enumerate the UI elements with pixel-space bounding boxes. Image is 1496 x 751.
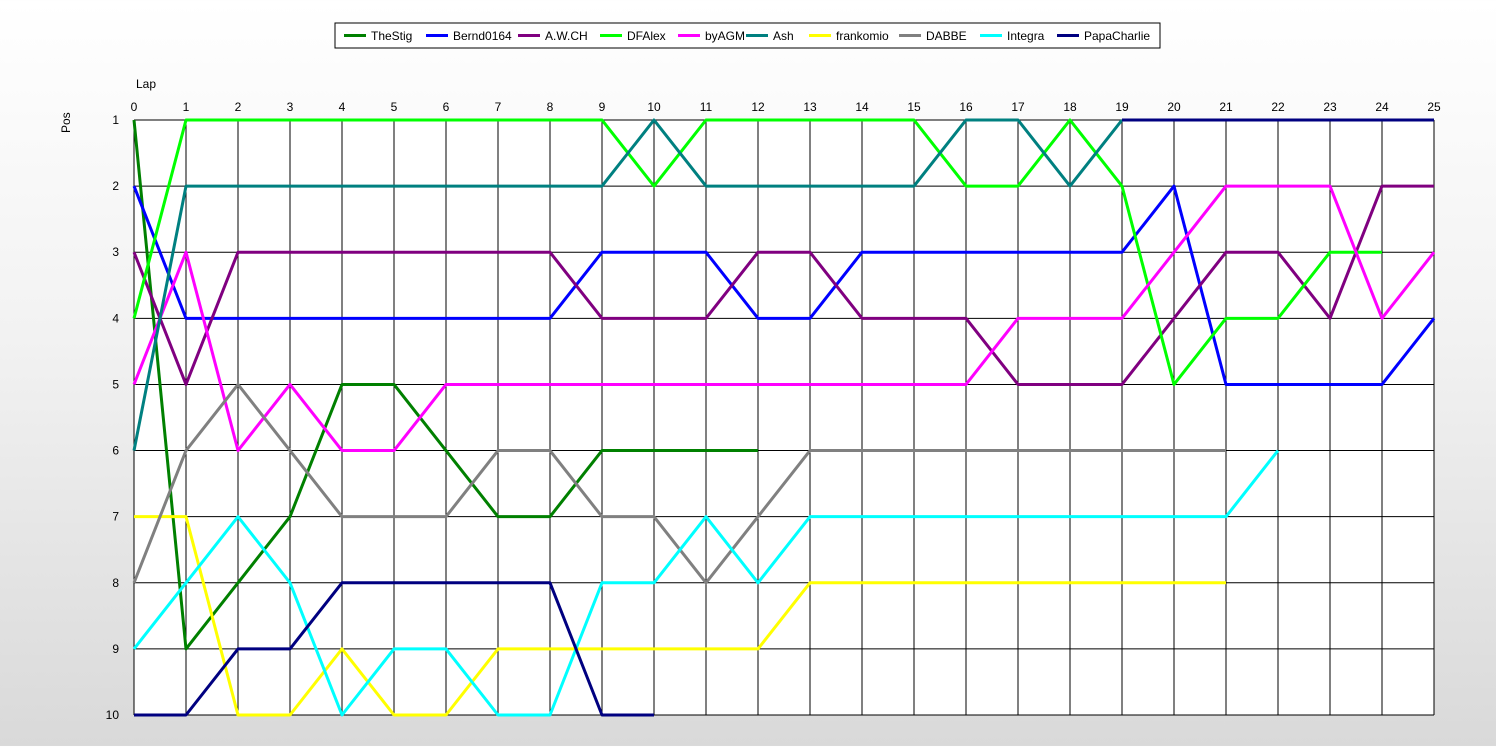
legend-label: TheStig: [371, 29, 412, 43]
y-tick-label: 4: [112, 311, 119, 325]
x-tick-label: 17: [1011, 100, 1025, 114]
x-tick-label: 22: [1271, 100, 1285, 114]
x-tick-label: 15: [907, 100, 921, 114]
x-tick-label: 9: [599, 100, 606, 114]
x-tick-label: 18: [1063, 100, 1077, 114]
x-tick-label: 10: [647, 100, 661, 114]
x-tick-label: 5: [391, 100, 398, 114]
legend: TheStig Bernd0164 A.W.CH DFAlex byAGM Ash fran…: [334, 22, 1161, 49]
y-tick-label: 6: [112, 444, 119, 458]
y-tick-label: 1: [112, 113, 119, 127]
x-tick-label: 14: [855, 100, 869, 114]
x-tick-label: 24: [1375, 100, 1389, 114]
x-tick-label: 11: [700, 100, 713, 114]
y-tick-label: 7: [112, 510, 119, 524]
x-axis-label: Lap: [136, 77, 156, 91]
chart-svg: 0 1 2 3 4 5 6 7 8 9 10 11 12 13 14 15 16 17 18 19 20 21 22 23 24…: [59, 22, 1441, 722]
legend-label: frankomio: [836, 29, 889, 43]
legend-label: Integra: [1007, 29, 1045, 43]
x-tick-label: 3: [287, 100, 294, 114]
legend-label: PapaCharlie: [1084, 29, 1150, 43]
position-chart: 0 1 2 3 4 5 6 7 8 9 10 11 12 13 14 15 16 17 18 19 20 21 22 23 24…: [0, 0, 1496, 746]
x-tick-label: 25: [1427, 100, 1441, 114]
x-tick-label: 21: [1219, 100, 1233, 114]
legend-label: DABBE: [926, 29, 967, 43]
x-tick-label: 12: [751, 100, 765, 114]
legend-label: Ash: [773, 29, 794, 43]
x-tick-label: 13: [803, 100, 817, 114]
y-tick-label: 5: [112, 377, 119, 391]
y-tick-label: 3: [112, 245, 119, 259]
x-tick-label: 20: [1167, 100, 1181, 114]
legend-label: Bernd0164: [453, 29, 512, 43]
x-tick-label: 23: [1323, 100, 1337, 114]
x-tick-label: 8: [547, 100, 554, 114]
y-tick-label: 8: [112, 576, 119, 590]
x-tick-label: 1: [183, 100, 190, 114]
y-tick-label: 10: [106, 708, 120, 722]
x-tick-label: 7: [495, 100, 502, 114]
x-tick-label: 19: [1115, 100, 1129, 114]
legend-label: DFAlex: [627, 29, 666, 43]
x-tick-label: 4: [339, 100, 346, 114]
x-tick-label: 0: [131, 100, 138, 114]
x-tick-label: 6: [443, 100, 450, 114]
y-tick-label: 2: [112, 179, 119, 193]
legend-label: byAGM: [705, 29, 745, 43]
x-tick-label: 16: [959, 100, 973, 114]
legend-label: A.W.CH: [545, 29, 588, 43]
x-tick-label: 2: [235, 100, 242, 114]
y-tick-label: 9: [112, 642, 119, 656]
y-axis-label: Pos: [59, 112, 73, 133]
